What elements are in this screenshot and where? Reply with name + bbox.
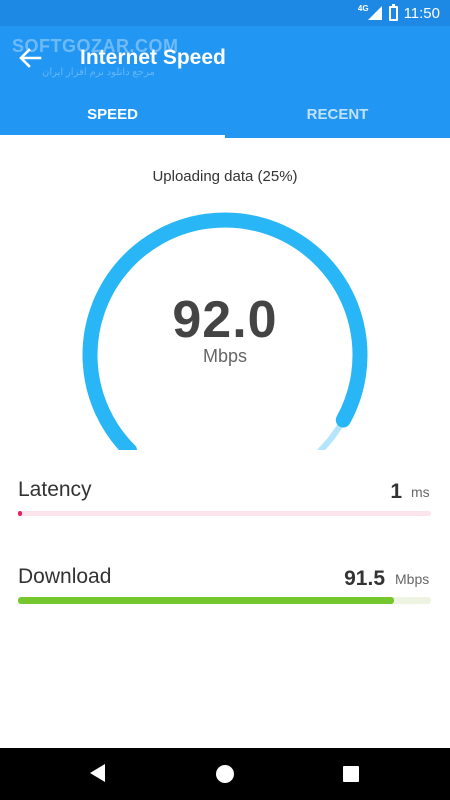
page-title: Internet Speed	[80, 46, 226, 69]
app-bar: SOFTGOZAR.COM مرجع دانلود نرم افزار ایرا…	[0, 26, 450, 138]
nav-back-icon[interactable]	[90, 764, 105, 782]
status-icons: 4G 11:50	[358, 0, 440, 26]
latency-value: 1	[390, 480, 402, 503]
arrow-back-icon[interactable]	[14, 42, 46, 74]
test-status: Uploading data (25%)	[152, 168, 298, 185]
speed-unit: Mbps	[202, 346, 247, 366]
navigation-bar	[0, 748, 450, 800]
nav-home-icon[interactable]	[216, 765, 234, 783]
latency-label: Latency	[18, 478, 92, 501]
status-bar: 4G 11:50	[0, 0, 450, 26]
signal-icon	[367, 6, 382, 20]
speed-value: 92.0	[172, 291, 278, 349]
download-unit: Mbps	[395, 571, 430, 587]
download-bar	[18, 597, 431, 604]
latency-bar-fill	[18, 511, 23, 516]
download-label: Download	[18, 565, 112, 588]
clock: 11:50	[403, 4, 440, 22]
download-bar-fill	[18, 597, 394, 604]
tab-bar: SPEED RECENT	[0, 90, 450, 138]
download-value: 91.5	[344, 567, 385, 590]
latency-bar	[18, 511, 431, 516]
nav-recents-icon[interactable]	[343, 766, 359, 782]
network-type: 4G	[357, 3, 369, 13]
battery-icon	[388, 3, 398, 21]
tab-speed[interactable]: SPEED	[0, 90, 225, 138]
latency-unit: ms	[411, 484, 430, 500]
tab-recent[interactable]: RECENT	[225, 90, 450, 138]
